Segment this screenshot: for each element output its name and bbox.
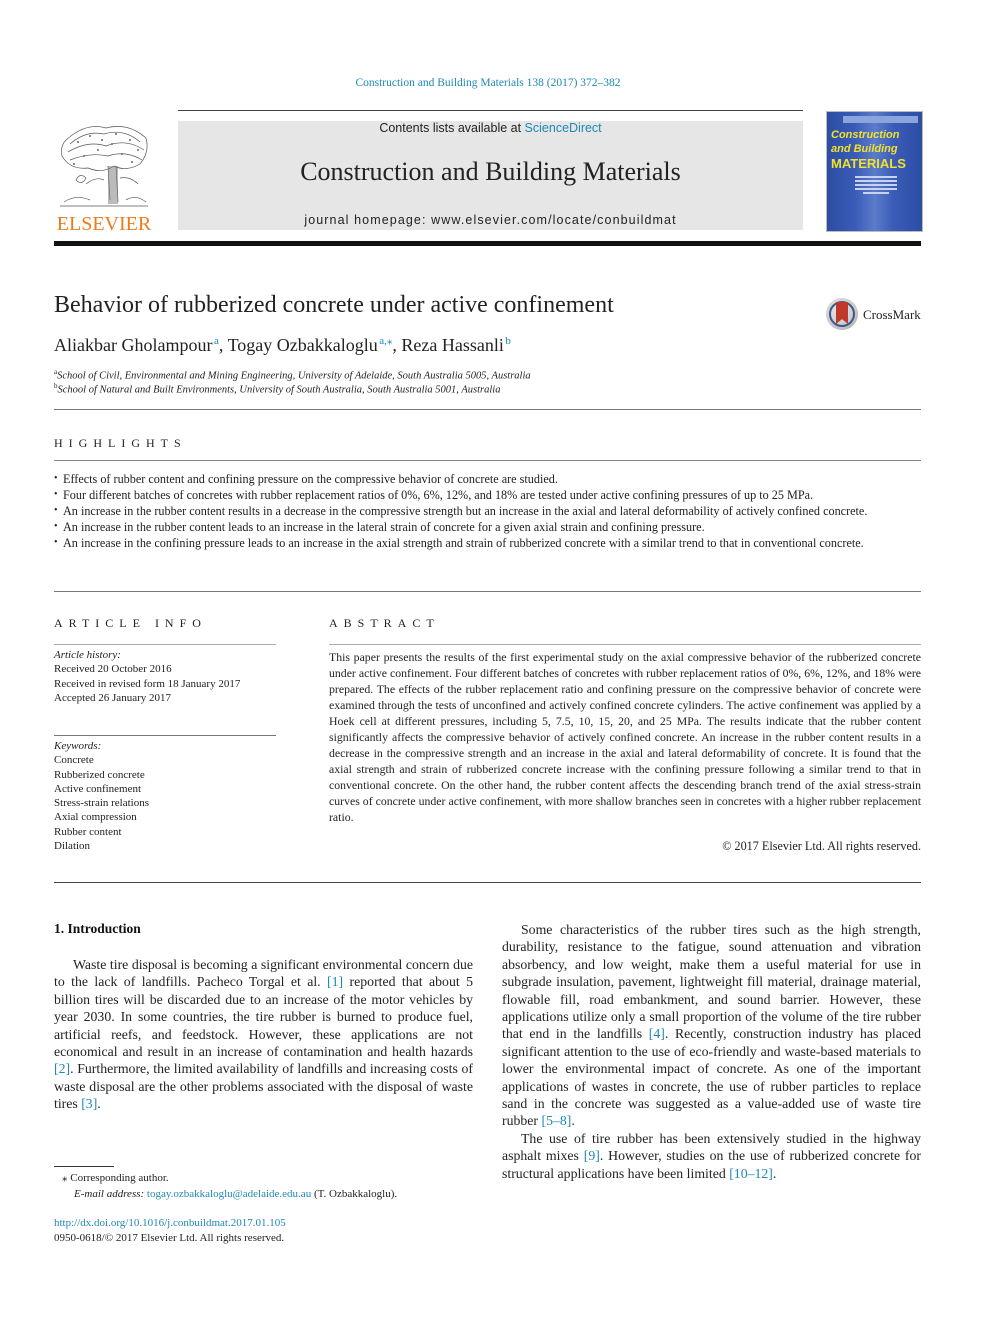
corresponding-author-note: Corresponding author. — [70, 1172, 169, 1184]
doi-link[interactable]: http://dx.doi.org/10.1016/j.conbuildmat.… — [54, 1216, 286, 1231]
journal-cover-thumbnail[interactable]: Construction and Building MATERIALS — [826, 111, 923, 232]
history-entry: Received 20 October 2016 — [54, 663, 172, 676]
keywords: Keywords: Concrete Rubberized concrete A… — [54, 739, 276, 853]
history-entry: Received in revised form 18 January 2017 — [54, 677, 241, 690]
author-name[interactable]: Aliakbar Gholampour — [54, 335, 212, 355]
footnote-rule — [54, 1166, 114, 1167]
affiliation-text: School of Civil, Environmental and Minin… — [57, 370, 531, 382]
journal-masthead: Contents lists available at ScienceDirec… — [178, 121, 803, 230]
highlight-item: An increase in the rubber content leads … — [54, 519, 924, 535]
footnote: ⁎ Corresponding author. E-mail address: … — [54, 1170, 473, 1202]
author-affil-marker[interactable]: a — [214, 335, 219, 347]
cover-line-1: Construction — [831, 129, 900, 141]
citation-link[interactable]: [2] — [54, 1061, 70, 1076]
cover-line-2: and Building — [831, 143, 898, 155]
affiliation: bSchool of Natural and Built Environment… — [54, 382, 500, 396]
issn-line: 0950-0618/© 2017 Elsevier Ltd. All right… — [54, 1232, 285, 1244]
doi-block: http://dx.doi.org/10.1016/j.conbuildmat.… — [54, 1216, 286, 1246]
citation-link[interactable]: [9] — [584, 1148, 600, 1163]
paragraph: Waste tire disposal is becoming a signif… — [54, 957, 473, 1112]
highlights-list: Effects of rubber content and confining … — [54, 471, 924, 551]
citation-link[interactable]: [1] — [327, 974, 343, 989]
citation-link[interactable]: [5–8] — [541, 1113, 571, 1128]
cover-band — [843, 116, 918, 123]
cover-title: Construction and Building — [831, 128, 921, 156]
email-label: E-mail address: — [74, 1188, 147, 1200]
keyword: Dilation — [54, 840, 91, 853]
author-list: Aliakbar Gholampour a, Togay Ozbakkalogl… — [54, 335, 511, 355]
history-label: Article history: — [54, 649, 121, 661]
history-entry: Accepted 26 January 2017 — [54, 691, 171, 704]
running-head[interactable]: Construction and Building Materials 138 … — [0, 77, 976, 89]
article-title: Behavior of rubberized concrete under ac… — [54, 292, 614, 318]
journal-name: Construction and Building Materials — [300, 157, 681, 186]
email-suffix: (T. Ozbakkaloglu). — [311, 1188, 398, 1200]
crossmark-icon — [826, 298, 858, 330]
masthead-divider — [54, 241, 921, 246]
paragraph: Some characteristics of the rubber tires… — [502, 922, 921, 1129]
citation-link[interactable]: [3] — [81, 1096, 97, 1111]
abstract-heading: ABSTRACT — [329, 616, 440, 630]
header-rule — [178, 110, 803, 111]
body-column-left: Waste tire disposal is becoming a signif… — [54, 956, 473, 1113]
article-info-heading: ARTICLE INFO — [54, 616, 207, 630]
keyword: Rubber content — [54, 825, 122, 838]
divider — [54, 409, 921, 410]
divider — [54, 644, 276, 645]
keywords-label: Keywords: — [54, 740, 102, 752]
citation-link[interactable]: [10–12] — [729, 1166, 773, 1181]
highlight-item: An increase in the confining pressure le… — [54, 535, 924, 551]
contents-line: Contents lists available at ScienceDirec… — [178, 121, 803, 135]
highlight-item: Four different batches of concretes with… — [54, 487, 924, 503]
elsevier-wordmark: ELSEVIER — [56, 213, 152, 235]
elsevier-tree-icon — [60, 126, 148, 207]
elsevier-logo[interactable]: ELSEVIER — [54, 120, 154, 235]
abstract-copyright: © 2017 Elsevier Ltd. All rights reserved… — [722, 839, 921, 853]
highlight-item: Effects of rubber content and confining … — [54, 471, 924, 487]
sciencedirect-link[interactable]: ScienceDirect — [525, 121, 602, 135]
body-column-right: Some characteristics of the rubber tires… — [502, 921, 921, 1182]
keyword: Rubberized concrete — [54, 768, 145, 781]
divider — [54, 735, 276, 736]
author-affil-marker[interactable]: b — [505, 335, 511, 347]
footnote-marker: ⁎ — [62, 1172, 68, 1184]
highlight-item: An increase in the rubber content result… — [54, 503, 924, 519]
keyword: Concrete — [54, 754, 94, 767]
keyword: Axial compression — [54, 811, 137, 824]
paragraph: The use of tire rubber has been extensiv… — [502, 1130, 921, 1181]
keyword: Stress-strain relations — [54, 797, 150, 810]
crossmark-badge[interactable]: CrossMark — [826, 298, 926, 334]
divider — [329, 644, 921, 645]
author-name[interactable]: Togay Ozbakkaloglu — [228, 335, 378, 355]
divider — [54, 882, 921, 883]
contents-prefix: Contents lists available at — [379, 121, 525, 135]
divider — [54, 591, 921, 592]
abstract-text: This paper presents the results of the f… — [329, 650, 921, 824]
author-name[interactable]: Reza Hassanli — [401, 335, 503, 355]
email-link[interactable]: togay.ozbakkaloglu@adelaide.edu.au — [147, 1188, 311, 1200]
citation-link[interactable]: [4] — [649, 1026, 665, 1041]
crossmark-label: CrossMark — [863, 307, 921, 322]
keyword: Active confinement — [54, 782, 142, 795]
highlights-heading: HIGHLIGHTS — [54, 436, 187, 450]
cover-line-3: MATERIALS — [831, 156, 906, 171]
divider — [54, 460, 921, 461]
journal-homepage-link[interactable]: journal homepage: www.elsevier.com/locat… — [178, 213, 803, 227]
affiliation: aSchool of Civil, Environmental and Mini… — [54, 368, 531, 382]
cover-fine-print — [855, 176, 897, 196]
author-affil-marker[interactable]: a,⁎ — [379, 335, 392, 347]
section-heading-introduction: 1. Introduction — [54, 921, 141, 936]
article-history: Article history: Received 20 October 201… — [54, 648, 276, 705]
affiliation-text: School of Natural and Built Environments… — [57, 384, 501, 396]
